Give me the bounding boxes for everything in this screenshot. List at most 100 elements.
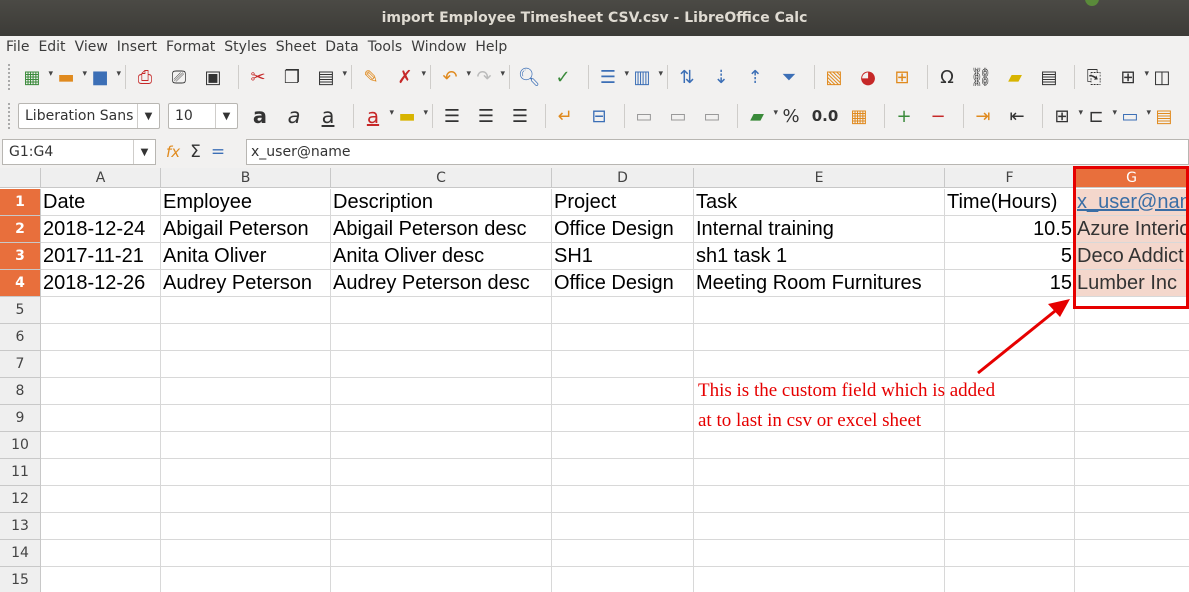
chevron-down-icon[interactable]: ▼ xyxy=(137,104,159,128)
align-center-icon[interactable]: ☰ xyxy=(472,102,500,130)
conditional-format-icon[interactable]: ▤ xyxy=(1150,102,1178,130)
spelling-icon[interactable]: ✓ xyxy=(549,63,577,91)
menu-tools[interactable]: Tools xyxy=(368,39,403,55)
cell-b1[interactable]: Employee xyxy=(161,189,331,216)
font-size-field[interactable]: 10 ▼ xyxy=(168,103,238,129)
autofilter-icon[interactable]: ⏷ xyxy=(775,63,803,91)
cell-f3[interactable]: 5 xyxy=(945,243,1075,270)
chevron-down-icon[interactable]: ▼ xyxy=(133,140,155,164)
freeze-rows-columns-icon[interactable]: ⊞ xyxy=(1114,63,1149,91)
special-character-icon[interactable]: Ω xyxy=(933,63,961,91)
row-header-11[interactable]: 11 xyxy=(0,459,41,486)
chevron-down-icon[interactable]: ▼ xyxy=(215,104,237,128)
menu-data[interactable]: Data xyxy=(325,39,358,55)
save-icon[interactable]: ■ xyxy=(86,63,121,91)
row-header-4[interactable]: 4 xyxy=(0,270,41,297)
cell-b2[interactable]: Abigail Peterson xyxy=(161,216,331,243)
paste-icon[interactable]: ▤ xyxy=(312,63,347,91)
cell-d2[interactable]: Office Design xyxy=(552,216,694,243)
column-header-b[interactable]: B xyxy=(161,168,331,188)
merge-cells-icon[interactable]: ⊟ xyxy=(585,102,613,130)
function-wizard-icon[interactable]: fx xyxy=(166,143,180,161)
cell-e3[interactable]: sh1 task 1 xyxy=(694,243,945,270)
menu-edit[interactable]: Edit xyxy=(38,39,65,55)
row-header-13[interactable]: 13 xyxy=(0,513,41,540)
find-replace-icon[interactable]: 🔍︎ xyxy=(515,63,543,91)
row-header-12[interactable]: 12 xyxy=(0,486,41,513)
row-header-5[interactable]: 5 xyxy=(0,297,41,324)
define-print-area-icon[interactable]: ⎘ xyxy=(1080,63,1108,91)
cell-d3[interactable]: SH1 xyxy=(552,243,694,270)
row-header-9[interactable]: 9 xyxy=(0,405,41,432)
split-window-icon[interactable]: ◫ xyxy=(1148,63,1176,91)
formula-input[interactable]: x_user@name xyxy=(246,139,1189,165)
border-style-icon[interactable]: ⊏ xyxy=(1082,102,1117,130)
sort-icon[interactable]: ⇅ xyxy=(673,63,701,91)
align-bottom-icon[interactable]: ▭ xyxy=(698,102,726,130)
column-header-d[interactable]: D xyxy=(552,168,694,188)
cell-e2[interactable]: Internal training xyxy=(694,216,945,243)
align-left-icon[interactable]: ☰ xyxy=(438,102,466,130)
column-header-c[interactable]: C xyxy=(331,168,552,188)
cell-c4[interactable]: Audrey Peterson desc xyxy=(331,270,552,297)
number-format-icon[interactable]: 0.0 xyxy=(811,102,839,130)
currency-format-icon[interactable]: ▰ xyxy=(743,102,778,130)
cell-c3[interactable]: Anita Oliver desc xyxy=(331,243,552,270)
image-icon[interactable]: ▧ xyxy=(820,63,848,91)
cell-g1[interactable]: x_user@name xyxy=(1075,189,1189,216)
cell-f2[interactable]: 10.5 xyxy=(945,216,1075,243)
border-color-icon[interactable]: ▭ xyxy=(1116,102,1151,130)
comment-icon[interactable]: ▰ xyxy=(1001,63,1029,91)
menu-insert[interactable]: Insert xyxy=(117,39,157,55)
print-icon[interactable]: ⎚ xyxy=(165,63,193,91)
name-box[interactable]: G1:G4 ▼ xyxy=(2,139,156,165)
row-header-2[interactable]: 2 xyxy=(0,216,41,243)
sort-ascending-icon[interactable]: ⇣ xyxy=(707,63,735,91)
background-color-icon[interactable]: ▬ xyxy=(393,102,428,130)
cell-g3[interactable]: Deco Addict xyxy=(1075,243,1189,270)
open-folder-icon[interactable]: ▬ xyxy=(52,63,87,91)
cell-c1[interactable]: Description xyxy=(331,189,552,216)
sort-descending-icon[interactable]: ⇡ xyxy=(741,63,769,91)
column-header-f[interactable]: F xyxy=(945,168,1075,188)
delete-decimal-icon[interactable]: − xyxy=(924,102,952,130)
print-preview-icon[interactable]: ▣ xyxy=(199,63,227,91)
column-header-g[interactable]: G xyxy=(1075,168,1189,188)
copy-icon[interactable]: ❐ xyxy=(278,63,306,91)
formula-icon[interactable]: = xyxy=(211,142,225,162)
menu-help[interactable]: Help xyxy=(475,39,507,55)
clone-formatting-icon[interactable]: ✎ xyxy=(357,63,385,91)
underline-icon[interactable]: a xyxy=(314,102,342,130)
date-format-icon[interactable]: ▦ xyxy=(845,102,873,130)
cell-a3[interactable]: 2017-11-21 xyxy=(41,243,161,270)
toolbar-grip[interactable] xyxy=(8,64,12,90)
cell-a4[interactable]: 2018-12-26 xyxy=(41,270,161,297)
column-header-e[interactable]: E xyxy=(694,168,945,188)
borders-icon[interactable]: ⊞ xyxy=(1048,102,1083,130)
add-decimal-icon[interactable]: + xyxy=(890,102,918,130)
increase-indent-icon[interactable]: ⇥ xyxy=(969,102,997,130)
cell-a1[interactable]: Date xyxy=(41,189,161,216)
center-vertically-icon[interactable]: ▭ xyxy=(664,102,692,130)
cut-icon[interactable]: ✂ xyxy=(244,63,272,91)
clear-formatting-icon[interactable]: ✗ xyxy=(391,63,426,91)
row-header-7[interactable]: 7 xyxy=(0,351,41,378)
row-header-14[interactable]: 14 xyxy=(0,540,41,567)
window-control-icon[interactable] xyxy=(1085,0,1099,6)
italic-icon[interactable]: a xyxy=(280,102,308,130)
row-header-3[interactable]: 3 xyxy=(0,243,41,270)
export-pdf-icon[interactable]: ⎙ xyxy=(131,63,159,91)
row-header-15[interactable]: 15 xyxy=(0,567,41,592)
new-document-icon[interactable]: ▦ xyxy=(18,63,53,91)
cell-b4[interactable]: Audrey Peterson xyxy=(161,270,331,297)
wrap-text-icon[interactable]: ↵ xyxy=(551,102,579,130)
cell-e4[interactable]: Meeting Room Furnitures xyxy=(694,270,945,297)
row-header-1[interactable]: 1 xyxy=(0,189,41,216)
hyperlink-icon[interactable]: ⛓ xyxy=(967,63,995,91)
menu-styles[interactable]: Styles xyxy=(224,39,266,55)
pivot-table-icon[interactable]: ⊞ xyxy=(888,63,916,91)
cell-d1[interactable]: Project xyxy=(552,189,694,216)
percent-format-icon[interactable]: % xyxy=(777,102,805,130)
cell-g2[interactable]: Azure Interior xyxy=(1075,216,1189,243)
align-top-icon[interactable]: ▭ xyxy=(630,102,658,130)
